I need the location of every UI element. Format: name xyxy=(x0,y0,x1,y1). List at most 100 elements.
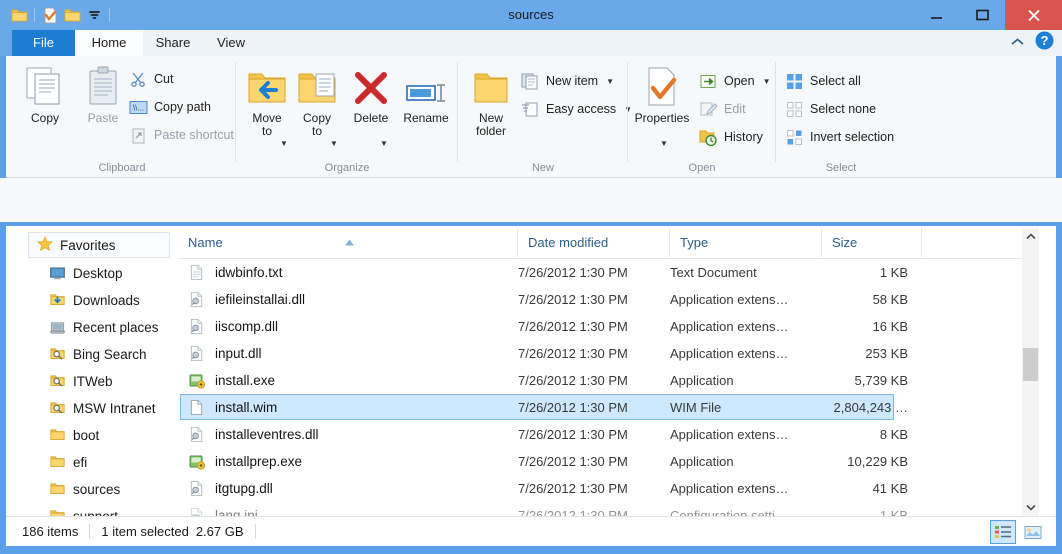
folder-icon[interactable] xyxy=(8,4,30,26)
file-type-cell: Application xyxy=(670,454,734,469)
details-view-button[interactable] xyxy=(990,520,1016,544)
file-size-cell: 41 KB xyxy=(872,481,908,496)
folder-icon xyxy=(48,481,66,499)
file-list: Name Date modified Type Size idwbinfo.tx… xyxy=(178,228,1038,516)
file-name-cell[interactable]: lang.ini xyxy=(178,502,258,516)
sidebar-item-support[interactable]: support xyxy=(6,503,178,516)
help-icon[interactable]: ? xyxy=(1035,31,1054,55)
sidebar-item-desktop[interactable]: Desktop xyxy=(6,260,178,287)
tab-share[interactable]: Share xyxy=(143,30,203,56)
file-name-cell[interactable]: input.dll xyxy=(178,340,262,367)
file-name-cell[interactable]: idwbinfo.txt xyxy=(178,259,283,286)
window-title: sources xyxy=(508,7,554,22)
explorer-window: sources File Home Share View ? Copy Past… xyxy=(0,0,1062,554)
table-row[interactable]: install.wim 7/26/2012 1:30 PM WIM File 2,80… xyxy=(178,394,1038,421)
new-folder-icon[interactable] xyxy=(61,4,83,26)
file-list-scrollbar-thumb[interactable] xyxy=(1023,348,1038,381)
copy-to-caret-icon[interactable]: ▼ xyxy=(330,139,338,148)
file-name-cell[interactable]: itgtupg.dll xyxy=(178,475,273,502)
new-folder-button[interactable]: New folder xyxy=(462,62,520,156)
collapse-ribbon-icon[interactable] xyxy=(1010,34,1025,52)
copy-icon xyxy=(25,62,65,108)
sidebar-item-efi[interactable]: efi xyxy=(6,449,178,476)
file-name-cell[interactable]: iefileinstallai.dll xyxy=(178,286,305,313)
sidebar-item-sources[interactable]: sources xyxy=(6,476,178,503)
edit-button[interactable]: Edit xyxy=(698,96,746,122)
sidebar-item-downloads[interactable]: Downloads xyxy=(6,287,178,314)
saved-search-icon xyxy=(48,346,66,364)
table-row[interactable]: installprep.exe 7/26/2012 1:30 PM Applicat… xyxy=(178,448,1038,475)
select-all-button[interactable]: Select all xyxy=(784,68,861,94)
minimize-button[interactable] xyxy=(913,0,959,30)
table-row[interactable]: idwbinfo.txt 7/26/2012 1:30 PM Text Docume… xyxy=(178,259,1038,286)
column-header-date-modified[interactable]: Date modified xyxy=(518,228,670,257)
new-item-caret-icon[interactable]: ▼ xyxy=(606,77,614,86)
paste-button[interactable]: Paste xyxy=(74,62,132,156)
file-name-label: iiscomp.dll xyxy=(215,319,279,334)
maximize-button[interactable] xyxy=(959,0,1005,30)
cut-button[interactable]: Cut xyxy=(128,66,173,92)
file-size-cell: 16 KB xyxy=(872,319,908,334)
file-size-cell: 253 KB xyxy=(865,346,908,361)
table-row[interactable]: lang.ini 7/26/2012 1:30 PM Configuration s… xyxy=(178,502,1038,516)
sidebar-header-favorites[interactable]: Favorites xyxy=(28,232,170,258)
column-header-name[interactable]: Name xyxy=(178,228,518,257)
large-icons-view-button[interactable] xyxy=(1020,520,1046,544)
file-name-cell[interactable]: iiscomp.dll xyxy=(178,313,278,340)
status-selection: 1 item selected xyxy=(101,524,189,539)
properties-icon[interactable] xyxy=(39,4,61,26)
file-name-label: lang.ini xyxy=(215,508,258,516)
tab-file[interactable]: File xyxy=(12,30,75,56)
copy-path-button[interactable]: \\... Copy path xyxy=(128,94,211,120)
sidebar-item-msw-intranet[interactable]: MSW Intranet xyxy=(6,395,178,422)
saved-search-icon xyxy=(48,400,66,418)
sidebar-item-itweb[interactable]: ITWeb xyxy=(6,368,178,395)
select-none-button[interactable]: Select none xyxy=(784,96,876,122)
file-name-cell[interactable]: installeventres.dll xyxy=(178,421,319,448)
file-name-cell[interactable]: install.wim xyxy=(178,394,277,421)
table-row[interactable]: iiscomp.dll 7/26/2012 1:30 PM Application … xyxy=(178,313,1038,340)
easy-access-button[interactable]: Easy access ▼ xyxy=(520,96,632,122)
close-button[interactable] xyxy=(1005,0,1062,30)
status-text-group: 186 items 1 item selected 2.67 GB xyxy=(22,517,267,546)
sidebar-item-bing-search[interactable]: Bing Search xyxy=(6,341,178,368)
qat-separator-2 xyxy=(109,8,110,22)
file-type-cell: WIM File xyxy=(670,400,722,415)
tab-home[interactable]: Home xyxy=(75,30,143,56)
column-header-size[interactable]: Size xyxy=(822,228,922,257)
tab-view[interactable]: View xyxy=(203,30,259,56)
sidebar-item-boot[interactable]: boot xyxy=(6,422,178,449)
table-row[interactable]: itgtupg.dll 7/26/2012 1:30 PM Application … xyxy=(178,475,1038,502)
file-list-scrollbar[interactable] xyxy=(1022,228,1039,516)
file-size-cell: 10,229 KB xyxy=(847,454,908,469)
file-date-cell: 7/26/2012 1:30 PM xyxy=(518,427,628,442)
open-caret-icon[interactable]: ▼ xyxy=(763,77,771,86)
table-row[interactable]: installeventres.dll 7/26/2012 1:30 PM Appl… xyxy=(178,421,1038,448)
ribbon-group-select: Select all Select none Invert selection … xyxy=(776,56,906,177)
invert-selection-button[interactable]: Invert selection xyxy=(784,124,894,150)
copy-button[interactable]: Copy xyxy=(16,62,74,156)
scroll-down-icon[interactable] xyxy=(1022,499,1039,516)
history-button[interactable]: History xyxy=(698,124,763,150)
delete-caret-icon[interactable]: ▼ xyxy=(380,139,388,148)
table-row[interactable]: install.exe 7/26/2012 1:30 PM Application 5… xyxy=(178,367,1038,394)
rename-button[interactable]: Rename xyxy=(396,62,456,156)
file-size-cell: 58 KB xyxy=(872,292,908,307)
table-row[interactable]: iefileinstallai.dll 7/26/2012 1:30 PM Appl… xyxy=(178,286,1038,313)
file-name-cell[interactable]: install.exe xyxy=(178,367,275,394)
paste-shortcut-button[interactable]: Paste shortcut xyxy=(128,122,234,148)
move-to-caret-icon[interactable]: ▼ xyxy=(280,139,288,148)
customize-qat-icon[interactable] xyxy=(83,4,105,26)
table-row[interactable]: input.dll 7/26/2012 1:30 PM Application ex… xyxy=(178,340,1038,367)
column-header-type[interactable]: Type xyxy=(670,228,822,257)
navigation-pane: Favorites Desktop Downloads Recent places B… xyxy=(6,228,178,516)
new-item-button[interactable]: New item ▼ xyxy=(520,68,614,94)
sidebar-item-recent-places[interactable]: Recent places xyxy=(6,314,178,341)
file-name-cell[interactable]: installprep.exe xyxy=(178,448,302,475)
open-button[interactable]: Open ▼ xyxy=(698,68,771,94)
scroll-up-icon[interactable] xyxy=(1022,228,1039,245)
sidebar-item-label: MSW Intranet xyxy=(73,401,156,416)
properties-caret-icon[interactable]: ▼ xyxy=(660,139,668,148)
delete-button[interactable]: Delete xyxy=(342,62,400,156)
file-type-cell: Application extens… xyxy=(670,427,789,442)
